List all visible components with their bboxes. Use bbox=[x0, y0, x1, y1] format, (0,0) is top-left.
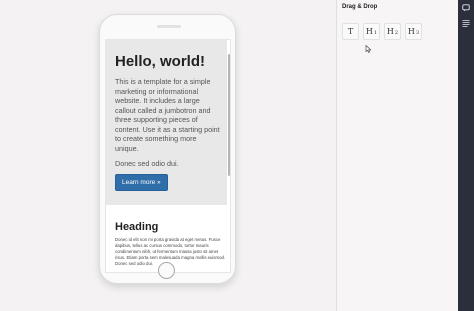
jumbotron-title[interactable]: Hello, world! bbox=[115, 53, 221, 71]
heading3-block-tool[interactable]: H3 bbox=[405, 23, 422, 40]
phone-speaker bbox=[157, 25, 181, 28]
tool-label: H bbox=[365, 27, 373, 36]
tool-label: H bbox=[386, 27, 394, 36]
comment-icon[interactable] bbox=[462, 4, 470, 12]
menu-lines-icon[interactable] bbox=[462, 19, 470, 27]
app-window: Hello, world! This is a template for a s… bbox=[0, 0, 474, 311]
block-toolbar: T H1 H2 H3 bbox=[342, 23, 426, 40]
tool-level: 1 bbox=[373, 30, 378, 36]
heading2-block-tool[interactable]: H2 bbox=[384, 23, 401, 40]
tool-label: T bbox=[347, 27, 354, 36]
content-section[interactable]: Heading Donec id elit non mi porta gravi… bbox=[115, 221, 229, 267]
section-heading[interactable]: Heading bbox=[115, 221, 229, 234]
mouse-cursor-icon bbox=[365, 45, 372, 53]
drag-drop-panel: Drag & Drop T H1 H2 H3 bbox=[336, 0, 458, 311]
panel-title: Drag & Drop bbox=[342, 4, 378, 10]
phone-screen[interactable]: Hello, world! This is a template for a s… bbox=[105, 39, 231, 273]
side-rail bbox=[458, 0, 474, 311]
text-block-tool[interactable]: T bbox=[342, 23, 359, 40]
phone-home-button bbox=[158, 262, 175, 279]
jumbotron-text[interactable]: This is a template for a simple marketin… bbox=[115, 77, 221, 153]
tool-level: 3 bbox=[415, 30, 420, 36]
jumbotron-subtext[interactable]: Donec sed odio dui. bbox=[115, 159, 221, 168]
preview-canvas: Hello, world! This is a template for a s… bbox=[0, 0, 336, 311]
scrollbar-thumb[interactable] bbox=[228, 54, 230, 176]
tool-label: H bbox=[407, 27, 415, 36]
section-text[interactable]: Donec id elit non mi porta gravida at eg… bbox=[115, 237, 229, 267]
phone-frame: Hello, world! This is a template for a s… bbox=[99, 14, 236, 284]
heading1-block-tool[interactable]: H1 bbox=[363, 23, 380, 40]
tool-level: 2 bbox=[394, 30, 399, 36]
learn-more-button[interactable]: Learn more » bbox=[115, 174, 168, 191]
jumbotron[interactable]: Hello, world! This is a template for a s… bbox=[106, 40, 227, 205]
